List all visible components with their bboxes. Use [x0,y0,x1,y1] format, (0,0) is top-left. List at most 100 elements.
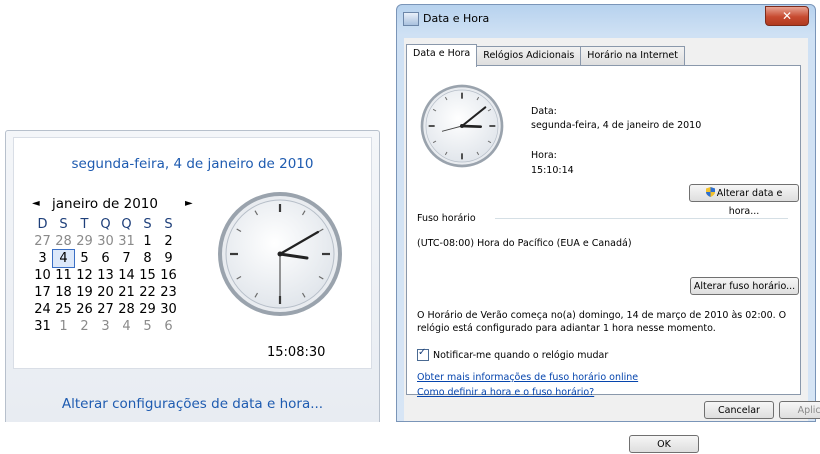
calendar-day-today[interactable]: 4 [52,249,75,268]
timezone-value: (UTC-08:00) Hora do Pacífico (EUA e Cana… [417,238,632,249]
calendar-day[interactable]: 5 [137,318,158,335]
flyout-full-date[interactable]: segunda-feira, 4 de janeiro de 2010 [14,156,371,172]
calendar-day[interactable]: 28 [116,301,137,318]
calendar-day[interactable]: 6 [95,250,116,267]
next-month-icon[interactable]: ► [185,198,193,209]
calendar-day[interactable]: 29 [137,301,158,318]
calendar-weekday-header: D S T Q Q S S [32,216,207,233]
calendar-month-title[interactable]: janeiro de 2010 [52,196,158,212]
calendar-day[interactable]: 30 [158,301,179,318]
time-label: Hora: [531,150,557,161]
weekday-label: S [164,217,173,232]
calendar-day[interactable]: 16 [158,267,179,284]
section-divider [495,218,788,219]
change-date-time-label: Alterar data e hora... [716,188,783,217]
calendar-day[interactable]: 11 [53,267,74,284]
calendar-week: 3 4 5 6 7 8 9 [32,249,207,268]
change-date-time-button[interactable]: Alterar data e hora... [689,184,799,217]
calendar-day[interactable]: 13 [95,267,116,284]
ok-button[interactable]: OK [629,435,699,453]
dst-info-text: O Horário de Verão começa no(a) domingo,… [417,310,787,334]
calendar-flyout: segunda-feira, 4 de janeiro de 2010 ◄ ja… [5,130,380,422]
close-button[interactable]: ✕ [765,6,809,26]
calendar-day[interactable]: 31 [116,233,137,250]
calendar-day[interactable]: 15 [137,267,158,284]
uac-shield-icon [705,187,715,197]
calendar-day[interactable]: 9 [158,250,179,267]
calendar-day[interactable]: 12 [74,267,95,284]
calendar-day[interactable]: 24 [32,301,53,318]
calendar-day[interactable]: 4 [116,318,137,335]
calendar-day[interactable]: 19 [74,284,95,301]
calendar-day[interactable]: 29 [74,233,95,250]
change-date-time-settings-link[interactable]: Alterar configurações de data e hora... [14,396,371,412]
calendar-day[interactable]: 20 [95,284,116,301]
weekday-label: S [59,217,68,232]
change-timezone-button[interactable]: Alterar fuso horário... [690,277,799,295]
calendar-day[interactable]: 30 [95,233,116,250]
notify-label[interactable]: Notificar-me quando o relógio mudar [433,350,608,361]
calendar-day[interactable]: 23 [158,284,179,301]
tab-internet-time[interactable]: Horário na Internet [580,46,685,67]
calendar-day[interactable]: 6 [158,318,179,335]
calendar-day[interactable]: 14 [116,267,137,284]
time-value: 15:10:14 [531,165,574,176]
flyout-time: 15:08:30 [267,345,326,360]
calendar-week: 31 1 2 3 4 5 6 [32,318,207,335]
title-bar[interactable]: Data e Hora ✕ [397,5,815,33]
tab-date-time[interactable]: Data e Hora [406,44,478,67]
calendar-day[interactable]: 26 [74,301,95,318]
calendar-week: 24 25 26 27 28 29 30 [32,301,207,318]
calendar-day[interactable]: 2 [74,318,95,335]
date-time-dialog: Data e Hora ✕ Data e Hora Relógios Adici… [396,4,820,453]
calendar-day[interactable]: 10 [32,267,53,284]
date-label: Data: [531,106,557,117]
apply-button[interactable]: Aplicar [779,401,820,419]
notify-checkbox[interactable]: ✓ [417,347,429,361]
weekday-label: Q [100,217,111,232]
calendar-day[interactable]: 28 [53,233,74,250]
analog-clock-icon [420,84,504,168]
timezone-info-link[interactable]: Obter mais informações de fuso horário o… [417,372,638,383]
notify-checkbox-row[interactable]: ✓ Notificar-me quando o relógio mudar [417,347,608,361]
calendar-day[interactable]: 8 [137,250,158,267]
weekday-label: T [80,217,89,232]
calendar-day[interactable]: 18 [53,284,74,301]
timezone-section-title: Fuso horário [417,213,476,224]
calendar-day[interactable]: 1 [53,318,74,335]
clock-calendar-icon [403,12,419,26]
calendar-day[interactable]: 25 [53,301,74,318]
calendar-day[interactable]: 5 [74,250,95,267]
window-title: Data e Hora [423,12,490,25]
tab-strip: Data e Hora Relógios Adicionais Horário … [406,44,685,67]
calendar-day[interactable]: 7 [116,250,137,267]
checkmark-icon: ✓ [418,347,427,358]
calendar-day[interactable]: 17 [32,284,53,301]
flyout-panel: segunda-feira, 4 de janeiro de 2010 ◄ ja… [13,137,372,412]
calendar-nav: ◄ janeiro de 2010 ► [32,196,207,216]
calendar-day[interactable]: 21 [116,284,137,301]
calendar-day[interactable]: 3 [95,318,116,335]
calendar: ◄ janeiro de 2010 ► D S T Q Q S S 27 28 … [32,196,207,335]
how-to-set-time-link[interactable]: Como definir a hora e o fuso horário? [417,387,594,398]
cancel-button[interactable]: Cancelar [704,401,774,419]
dialog-body: Data e Hora Relógios Adicionais Horário … [404,38,820,453]
calendar-week: 27 28 29 30 31 1 2 [32,233,207,250]
analog-clock-icon [218,192,342,316]
tab-additional-clocks[interactable]: Relógios Adicionais [476,46,582,67]
calendar-day[interactable]: 1 [137,233,158,250]
prev-month-icon[interactable]: ◄ [32,198,40,209]
calendar-week: 17 18 19 20 21 22 23 [32,284,207,301]
tab-panel: Data: segunda-feira, 4 de janeiro de 201… [406,65,801,398]
weekday-label: D [37,217,48,232]
weekday-label: Q [121,217,132,232]
calendar-week: 10 11 12 13 14 15 16 [32,267,207,284]
calendar-day[interactable]: 2 [158,233,179,250]
weekday-label: S [143,217,152,232]
calendar-day[interactable]: 3 [32,250,53,267]
date-value: segunda-feira, 4 de janeiro de 2010 [531,120,702,131]
calendar-day[interactable]: 27 [95,301,116,318]
calendar-day[interactable]: 27 [32,233,53,250]
calendar-day[interactable]: 31 [32,318,53,335]
calendar-day[interactable]: 22 [137,284,158,301]
